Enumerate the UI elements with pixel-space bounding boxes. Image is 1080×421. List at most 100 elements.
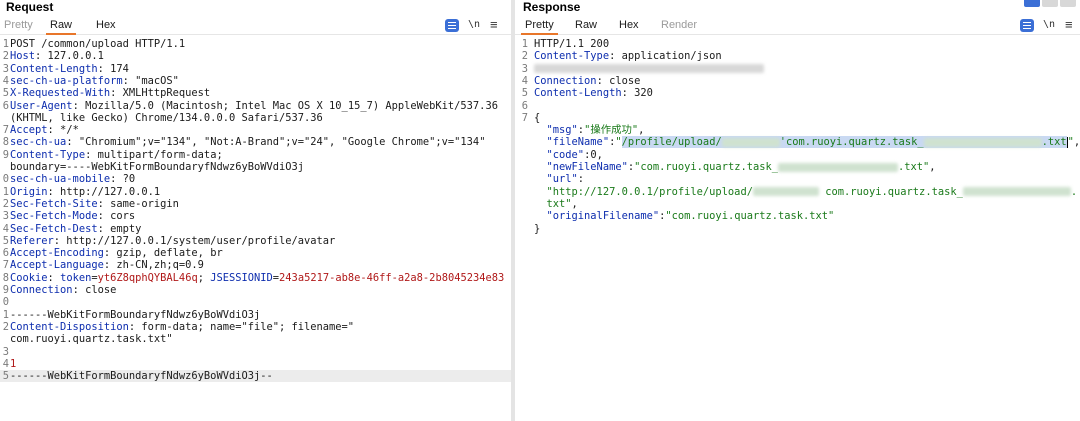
- line-content: Content-Type: multipart/form-data;: [10, 148, 223, 161]
- code-line[interactable]: 3 Content-Length: 174: [0, 63, 511, 75]
- response-editor[interactable]: 1 HTTP/1.1 200 2 Content-Type: application/…: [515, 38, 1080, 421]
- code-line[interactable]: txt",: [515, 198, 1080, 210]
- code-line[interactable]: 0: [0, 296, 511, 308]
- code-line[interactable]: 4 Sec-Fetch-Dest: empty: [0, 223, 511, 235]
- code-line[interactable]: 6 User-Agent: Mozilla/5.0 (Macintosh; Int…: [0, 100, 511, 112]
- tab-render[interactable]: Render: [657, 15, 701, 35]
- tab-hex[interactable]: Hex: [92, 15, 120, 35]
- code-line[interactable]: 2 Content-Type: application/json: [515, 50, 1080, 62]
- line-number: 4: [2, 222, 9, 235]
- line-content: "originalFilename":"com.ruoyi.quartz.tas…: [546, 210, 835, 223]
- line-content: (KHTML, like Gecko) Chrome/134.0.0.0 Saf…: [10, 111, 323, 124]
- code-line[interactable]: 6 Accept-Encoding: gzip, deflate, br: [0, 247, 511, 259]
- line-number: 8: [2, 271, 9, 284]
- code-line[interactable]: 6: [515, 100, 1080, 112]
- code-line[interactable]: "http://127.0.0.1/profile/upload/ com.ru…: [515, 186, 1080, 198]
- show-newlines-button[interactable]: \n: [1043, 18, 1055, 32]
- code-line[interactable]: "url":: [515, 173, 1080, 185]
- layout-controls: [1022, 0, 1076, 7]
- wrap-lines-icon[interactable]: [445, 19, 459, 32]
- code-line[interactable]: 7{: [515, 112, 1080, 124]
- line-content: Connection: close: [534, 74, 641, 87]
- request-menu-icon[interactable]: ≡: [490, 18, 498, 32]
- code-line[interactable]: 3: [515, 63, 1080, 75]
- line-content: Cookie: token=yt6Z8qphQYBAL46q; JSESSION…: [10, 271, 505, 284]
- line-number: 5: [521, 87, 528, 100]
- code-line[interactable]: 3 Sec-Fetch-Mode: cors: [0, 210, 511, 222]
- code-line[interactable]: (KHTML, like Gecko) Chrome/134.0.0.0 Saf…: [0, 112, 511, 124]
- line-content: boundary=----WebKitFormBoundaryfNdwz6yBo…: [10, 161, 305, 173]
- line-content: User-Agent: Mozilla/5.0 (Macintosh; Inte…: [10, 99, 498, 112]
- code-line[interactable]: "msg":"操作成功",: [515, 124, 1080, 136]
- code-line[interactable]: com.ruoyi.quartz.task.txt": [0, 333, 511, 345]
- line-number: 6: [521, 99, 528, 112]
- line-number: 5: [2, 234, 9, 247]
- code-line[interactable]: 8 sec-ch-ua: "Chromium";v="134", "Not:A-B…: [0, 136, 511, 148]
- layout-horizontal-icon[interactable]: [1042, 0, 1058, 7]
- request-editor[interactable]: 1 POST /common/upload HTTP/1.1 2 Host: 127.…: [0, 38, 511, 421]
- line-number: 4: [2, 357, 9, 370]
- code-line[interactable]: 1 HTTP/1.1 200: [515, 38, 1080, 50]
- line-content: "fileName":"/profile/upload/'com.ruoyi.q…: [546, 136, 1080, 149]
- code-line[interactable]: "newFileName":"com.ruoyi.quartz.task_ .tx…: [515, 161, 1080, 173]
- line-number: 3: [521, 62, 528, 75]
- line-number: 2: [2, 50, 9, 63]
- code-line[interactable]: 2 Sec-Fetch-Site: same-origin: [0, 198, 511, 210]
- response-title: Response: [523, 0, 581, 14]
- layout-vertical-icon[interactable]: [1060, 0, 1076, 7]
- code-line[interactable]: 2 Host: 127.0.0.1: [0, 50, 511, 62]
- tab-raw[interactable]: Raw: [571, 15, 601, 35]
- line-number: 7: [521, 111, 528, 124]
- line-content: Accept: */*: [10, 124, 79, 137]
- code-line[interactable]: 2 Content-Disposition: form-data; name="f…: [0, 321, 511, 333]
- layout-split-icon[interactable]: [1024, 0, 1040, 7]
- code-line[interactable]: 1 ------WebKitFormBoundaryfNdwz6yBoWVdiO3…: [0, 309, 511, 321]
- response-menu-icon[interactable]: ≡: [1065, 18, 1073, 32]
- line-content: Accept-Encoding: gzip, deflate, br: [10, 247, 223, 260]
- code-line[interactable]: 0 sec-ch-ua-mobile: ?0: [0, 173, 511, 185]
- line-content: "http://127.0.0.1/profile/upload/ com.ru…: [546, 185, 1078, 198]
- line-content: Content-Disposition: form-data; name="fi…: [10, 320, 355, 333]
- code-line[interactable]: 9 Connection: close: [0, 284, 511, 296]
- line-number: 2: [2, 197, 9, 210]
- line-number: 0: [2, 296, 9, 309]
- show-newlines-button[interactable]: \n: [468, 18, 480, 32]
- code-line[interactable]: }: [515, 223, 1080, 235]
- code-line[interactable]: 5 X-Requested-With: XMLHttpRequest: [0, 87, 511, 99]
- code-line[interactable]: 1 Origin: http://127.0.0.1: [0, 186, 511, 198]
- code-line[interactable]: 5 Referer: http://127.0.0.1/system/user/p…: [0, 235, 511, 247]
- code-line[interactable]: 8 Cookie: token=yt6Z8qphQYBAL46q; JSESSIO…: [0, 272, 511, 284]
- code-line[interactable]: 5 ------WebKitFormBoundaryfNdwz6yBoWVdiO3…: [0, 370, 511, 383]
- code-line[interactable]: 7 Accept-Language: zh-CN,zh;q=0.9: [0, 259, 511, 271]
- tab-pretty[interactable]: Pretty: [521, 15, 558, 35]
- line-content: sec-ch-ua: "Chromium";v="134", "Not:A-Br…: [10, 136, 486, 149]
- code-line[interactable]: boundary=----WebKitFormBoundaryfNdwz6yBo…: [0, 161, 511, 173]
- line-content: }: [534, 222, 541, 235]
- code-line[interactable]: 9 Content-Type: multipart/form-data;: [0, 149, 511, 161]
- code-line[interactable]: "code":0,: [515, 149, 1080, 161]
- code-line[interactable]: 4 Connection: close: [515, 75, 1080, 87]
- wrap-lines-icon[interactable]: [1020, 19, 1034, 32]
- code-line[interactable]: "originalFilename":"com.ruoyi.quartz.tas…: [515, 210, 1080, 222]
- line-content: Content-Length: 320: [534, 87, 653, 100]
- code-line[interactable]: 7 Accept: */*: [0, 124, 511, 136]
- tab-hex[interactable]: Hex: [615, 15, 643, 35]
- code-line[interactable]: 5 Content-Length: 320: [515, 87, 1080, 99]
- line-content: 1: [10, 357, 17, 370]
- line-content: [534, 63, 764, 75]
- line-number: 3: [2, 62, 9, 75]
- line-number: 3: [2, 345, 9, 358]
- tab-pretty[interactable]: Pretty: [0, 15, 37, 35]
- response-tabs: Pretty Raw Hex Render: [515, 15, 1080, 35]
- line-number: 5: [2, 87, 9, 100]
- code-line[interactable]: 3: [0, 346, 511, 358]
- line-number: 9: [2, 148, 9, 161]
- code-line[interactable]: 4 sec-ch-ua-platform: "macOS": [0, 75, 511, 87]
- code-line[interactable]: 41: [0, 358, 511, 370]
- request-pane: Request Pretty Raw Hex \n ≡ 1 POST /common/…: [0, 0, 511, 421]
- line-content: "newFileName":"com.ruoyi.quartz.task_ .tx…: [546, 161, 936, 173]
- line-content: ------WebKitFormBoundaryfNdwz6yBoWVdiO3j…: [10, 370, 273, 383]
- tab-raw[interactable]: Raw: [46, 15, 77, 35]
- code-line[interactable]: "fileName":"/profile/upload/'com.ruoyi.q…: [515, 136, 1080, 149]
- code-line[interactable]: 1 POST /common/upload HTTP/1.1: [0, 38, 511, 50]
